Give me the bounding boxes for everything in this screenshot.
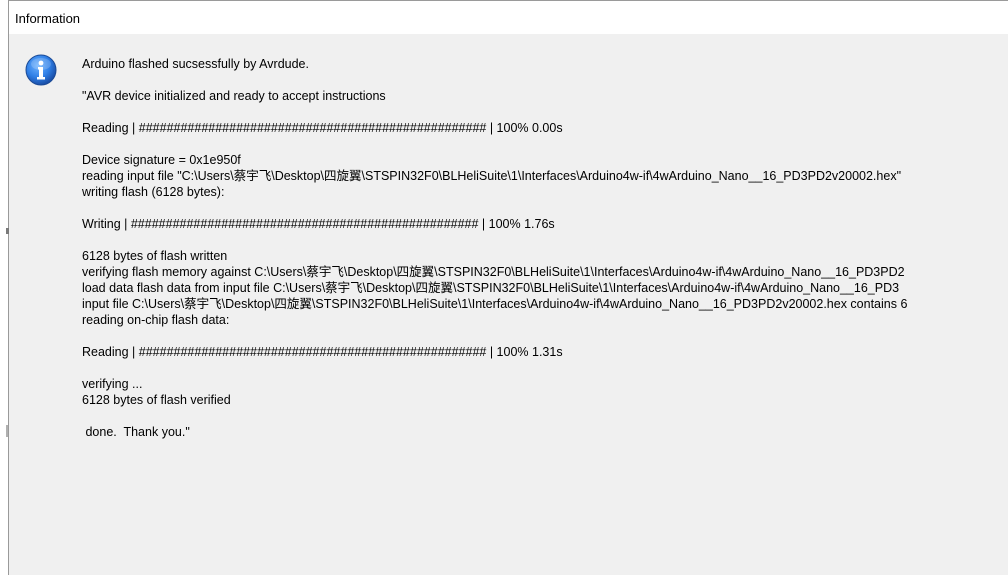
message-line — [82, 104, 1008, 120]
message-line: Reading | ##############################… — [82, 121, 563, 135]
message-line: reading on-chip flash data: — [82, 313, 230, 327]
message-line: writing flash (6128 bytes): — [82, 185, 225, 199]
message-line: Reading | ##############################… — [82, 345, 563, 359]
window-title: Information — [15, 11, 81, 26]
message-line — [82, 232, 1008, 248]
message-line: 6128 bytes of flash verified — [82, 393, 231, 407]
message-line: verifying flash memory against C:\Users\… — [82, 265, 905, 279]
message-line — [82, 328, 1008, 344]
message-line: verifying ... — [82, 377, 143, 391]
message-line: input file C:\Users\蔡宇飞\Desktop\四旋翼\STSP… — [82, 297, 908, 311]
message-line: done. Thank you." — [82, 425, 190, 439]
message-line — [82, 136, 1008, 152]
message-line — [82, 440, 1008, 456]
message-text: Arduino flashed sucsessfully by Avrdude.… — [82, 56, 1008, 456]
message-line: load data flash data from input file C:\… — [82, 281, 900, 295]
message-line — [82, 200, 1008, 216]
title-bar[interactable]: Information — [9, 1, 1008, 34]
window-edge-tick — [6, 425, 8, 437]
message-line — [82, 360, 1008, 376]
message-line: 6128 bytes of flash written — [82, 249, 228, 263]
information-dialog: Information Arduino flashed sucsessfully… — [8, 0, 1008, 575]
message-line: "AVR device initialized and ready to acc… — [82, 89, 386, 103]
window-edge-marker — [6, 228, 9, 234]
message-line — [82, 408, 1008, 424]
message-line: reading input file "C:\Users\蔡宇飞\Desktop… — [82, 169, 902, 183]
message-line: Writing | ##############################… — [82, 217, 555, 231]
message-line: Arduino flashed sucsessfully by Avrdude. — [82, 57, 309, 71]
information-icon — [25, 54, 57, 86]
dialog-content: Arduino flashed sucsessfully by Avrdude.… — [9, 34, 1008, 575]
message-line — [82, 72, 1008, 88]
message-line: Device signature = 0x1e950f — [82, 153, 241, 167]
